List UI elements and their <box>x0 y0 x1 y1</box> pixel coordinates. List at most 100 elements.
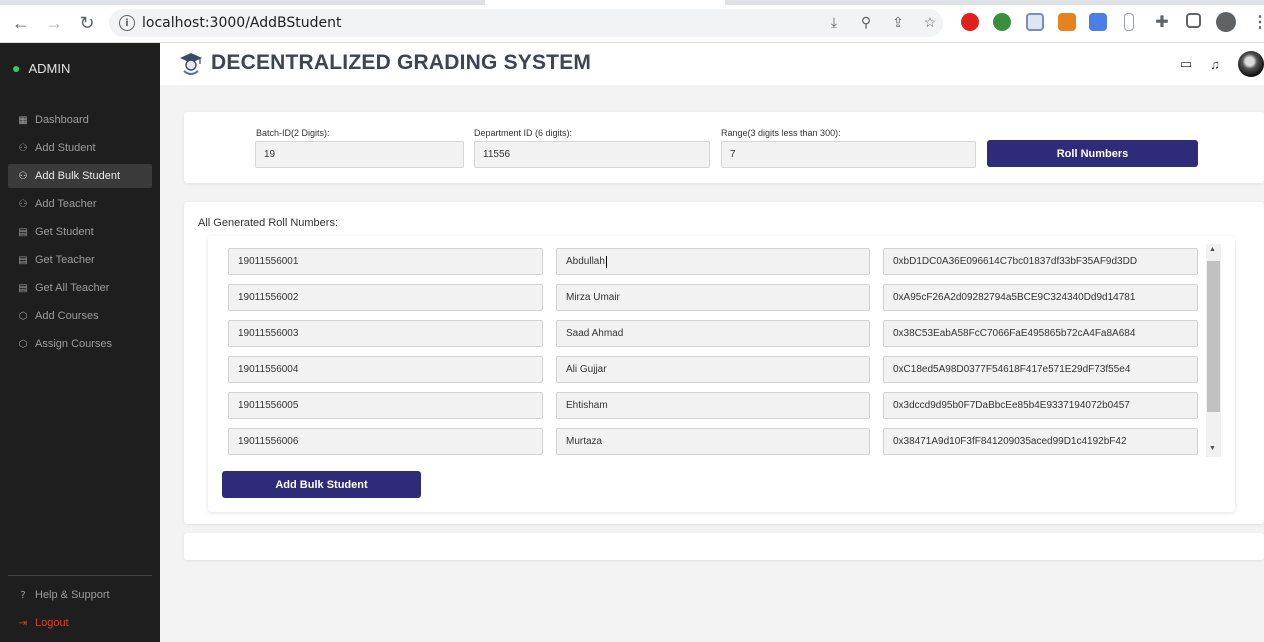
shield-extension-icon[interactable] <box>1026 13 1044 31</box>
metamask-icon[interactable] <box>1058 13 1076 31</box>
tab-strip <box>0 0 1264 5</box>
sidebar-item-label: Assign Courses <box>35 338 113 350</box>
file-icon: ▤ <box>18 282 28 294</box>
file-icon: ▤ <box>18 254 28 266</box>
help-icon: ? <box>20 589 26 601</box>
address-bar[interactable]: i localhost:3000/AddBStudent <box>109 9 943 37</box>
generated-rolls-title: All Generated Roll Numbers: <box>198 217 339 229</box>
student-name-input[interactable]: Murtaza <box>556 428 870 455</box>
back-icon[interactable]: ← <box>10 12 32 34</box>
sidebar-item-get-all-teacher[interactable]: ▤ Get All Teacher <box>8 276 152 300</box>
range-input[interactable]: 7 <box>721 141 976 168</box>
student-name-input[interactable]: Mirza Umair <box>556 284 870 311</box>
scroll-thumb[interactable] <box>1207 261 1220 412</box>
grading-logo-icon <box>180 53 202 75</box>
sidebar-item-get-teacher[interactable]: ▤ Get Teacher <box>8 248 152 272</box>
sidebar-item-get-student[interactable]: ▤ Get Student <box>8 220 152 244</box>
sidebar-item-add-bulk-student[interactable]: ⚇ Add Bulk Student <box>8 164 152 188</box>
text-cursor <box>605 255 607 268</box>
sidebar-item-label: Get Student <box>35 226 94 238</box>
department-id-label: Department ID (6 digits): <box>474 128 573 138</box>
side-panel-icon[interactable] <box>1186 13 1201 28</box>
url-text[interactable]: localhost:3000/AddBStudent <box>142 15 341 31</box>
grid-icon: ▦ <box>18 114 28 126</box>
bookmark-star-icon[interactable]: ☆ <box>921 13 939 31</box>
box-icon: ⬡ <box>18 310 28 322</box>
roll-number-field[interactable]: 19011556006 <box>228 428 543 455</box>
site-info-icon[interactable]: i <box>119 15 135 31</box>
wallet-address-input[interactable]: 0x3dccd9d95b0F7DaBbcEe85b4E9337194072b04… <box>883 392 1198 419</box>
department-id-input[interactable]: 11556 <box>474 141 710 168</box>
sidebar-item-label: Add Student <box>35 142 96 154</box>
sidebar-item-label: Get Teacher <box>35 254 95 266</box>
reload-icon[interactable]: ↻ <box>76 12 98 34</box>
box-icon: ⬡ <box>18 338 28 350</box>
avatar[interactable] <box>1238 51 1264 77</box>
sidebar-item-logout[interactable]: ⇥ Logout <box>8 611 152 635</box>
zoom-icon[interactable]: ⚲ <box>857 13 875 31</box>
roll-number-field[interactable]: 19011556005 <box>228 392 543 419</box>
wallet-address-input[interactable]: 0x38471A9d10F3fF841209035aced99D1c4192bF… <box>883 428 1198 455</box>
translate-icon[interactable] <box>1089 13 1107 31</box>
admin-profile: ● ADMIN <box>12 60 70 76</box>
app-header: DECENTRALIZED GRADING SYSTEM ▭ ♫ <box>160 43 1264 85</box>
sidebar-item-label: Add Teacher <box>35 198 97 210</box>
sidebar-divider <box>8 575 152 576</box>
opera-extension-icon[interactable] <box>961 13 979 31</box>
batch-id-input[interactable]: 19 <box>255 141 464 168</box>
chat-icon[interactable]: ▭ <box>1178 56 1194 72</box>
sidebar-item-label: Logout <box>35 617 69 629</box>
wallet-address-input[interactable]: 0xbD1DC0A36E096614C7bc01837df33bF35AF9d3… <box>883 248 1198 275</box>
roll-number-field[interactable]: 19011556004 <box>228 356 543 383</box>
scroll-up-icon[interactable]: ▲ <box>1209 246 1216 253</box>
roll-list-scrollbar[interactable]: ▲ ▼ <box>1206 244 1221 457</box>
roll-number-field[interactable]: 19011556003 <box>228 320 543 347</box>
roll-numbers-button[interactable]: Roll Numbers <box>987 140 1198 167</box>
student-name-input[interactable]: Ehtisham <box>556 392 870 419</box>
sidebar-item-label: Get All Teacher <box>35 282 110 294</box>
sidebar-item-help-support[interactable]: ? Help & Support <box>8 583 152 607</box>
scroll-down-icon[interactable]: ▼ <box>1209 445 1216 452</box>
student-name-input[interactable]: Ali Gujjar <box>556 356 870 383</box>
student-name-input[interactable]: Abdullah <box>556 248 870 275</box>
users-icon: ⚇ <box>18 170 28 182</box>
person-icon: ● <box>12 60 21 76</box>
logout-icon: ⇥ <box>18 617 28 629</box>
student-name-input[interactable]: Saad Ahmad <box>556 320 870 347</box>
wallet-address-input[interactable]: 0x38C53EabA58FcC7066FaE495865b72cA4Fa8A6… <box>883 320 1198 347</box>
batch-id-label: Batch-ID(2 Digits): <box>256 128 330 138</box>
users-icon: ⚇ <box>18 198 28 210</box>
forward-icon[interactable]: → <box>43 12 65 34</box>
add-bulk-student-button[interactable]: Add Bulk Student <box>222 471 421 498</box>
student-name-text: Abdullah <box>566 256 605 267</box>
admin-label: ADMIN <box>28 60 71 76</box>
empty-card <box>184 533 1264 560</box>
wallet-address-input[interactable]: 0xC18ed5A98D0377F54618F417e571E29dF73f55… <box>883 356 1198 383</box>
sidebar-item-label: Dashboard <box>35 114 89 126</box>
sidebar-item-label: Add Bulk Student <box>35 170 121 182</box>
sidebar-item-add-courses[interactable]: ⬡ Add Courses <box>8 304 152 328</box>
users-icon: ⚇ <box>18 142 28 154</box>
browser-toolbar: ← → ↻ i localhost:3000/AddBStudent ⤓ ⚲ ⇪… <box>0 0 1264 43</box>
file-icon: ▤ <box>18 226 28 238</box>
sidebar: ● ADMIN ▦ Dashboard ⚇ Add Student ⚇ Add … <box>0 43 160 642</box>
roll-number-field[interactable]: 19011556002 <box>228 284 543 311</box>
extensions-puzzle-icon[interactable]: ✚ <box>1153 13 1171 31</box>
roll-number-field[interactable]: 19011556001 <box>228 248 543 275</box>
sidebar-item-dashboard[interactable]: ▦ Dashboard <box>8 108 152 132</box>
sidebar-item-assign-courses[interactable]: ⬡ Assign Courses <box>8 332 152 356</box>
profile-icon[interactable] <box>1216 12 1236 32</box>
range-label: Range(3 digits less than 300): <box>721 128 841 138</box>
app-title: DECENTRALIZED GRADING SYSTEM <box>211 51 592 74</box>
share-icon[interactable]: ⇪ <box>889 13 907 31</box>
install-icon[interactable]: ⤓ <box>825 13 843 31</box>
globe-extension-icon[interactable] <box>993 13 1011 31</box>
wallet-address-input[interactable]: 0xA95cF26A2d09282794a5BCE9C324340Dd9d147… <box>883 284 1198 311</box>
sidebar-item-label: Add Courses <box>35 310 99 322</box>
sidebar-item-add-teacher[interactable]: ⚇ Add Teacher <box>8 192 152 216</box>
phone-icon[interactable] <box>1124 13 1134 31</box>
more-menu-icon[interactable]: ⋮ <box>1252 12 1264 32</box>
sidebar-item-label: Help & Support <box>35 589 110 601</box>
sidebar-item-add-student[interactable]: ⚇ Add Student <box>8 136 152 160</box>
bell-icon[interactable]: ♫ <box>1207 56 1223 72</box>
